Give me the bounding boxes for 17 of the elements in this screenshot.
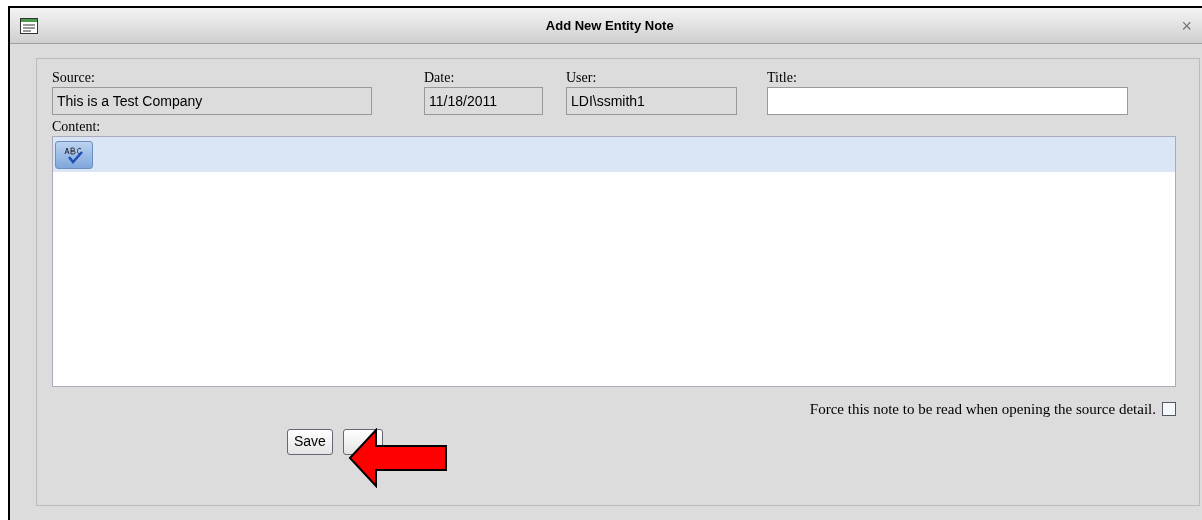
spellcheck-icon	[63, 145, 85, 164]
field-label: Title:	[767, 69, 798, 87]
field-label: Source:	[52, 69, 96, 87]
spellcheck-button[interactable]	[55, 140, 93, 169]
readonly-field[interactable]: 11/18/2011	[424, 87, 543, 115]
window-title: Add New Entity Note	[545, 16, 674, 35]
save-button[interactable]: Save	[287, 428, 333, 455]
field-label: User:	[566, 69, 598, 87]
readonly-field[interactable]: LDI\ssmith1	[566, 87, 737, 115]
close-button[interactable]: ×	[1181, 16, 1192, 35]
text-field[interactable]	[767, 87, 1128, 115]
field-label: Date:	[424, 69, 456, 87]
force-read-label: Force this note to be read when opening the source detail.	[809, 400, 1156, 419]
force-read-checkbox[interactable]	[1162, 402, 1176, 417]
note-icon	[20, 17, 38, 34]
readonly-field[interactable]: This is a Test Company	[52, 87, 372, 115]
content-label: Content:	[52, 118, 102, 136]
